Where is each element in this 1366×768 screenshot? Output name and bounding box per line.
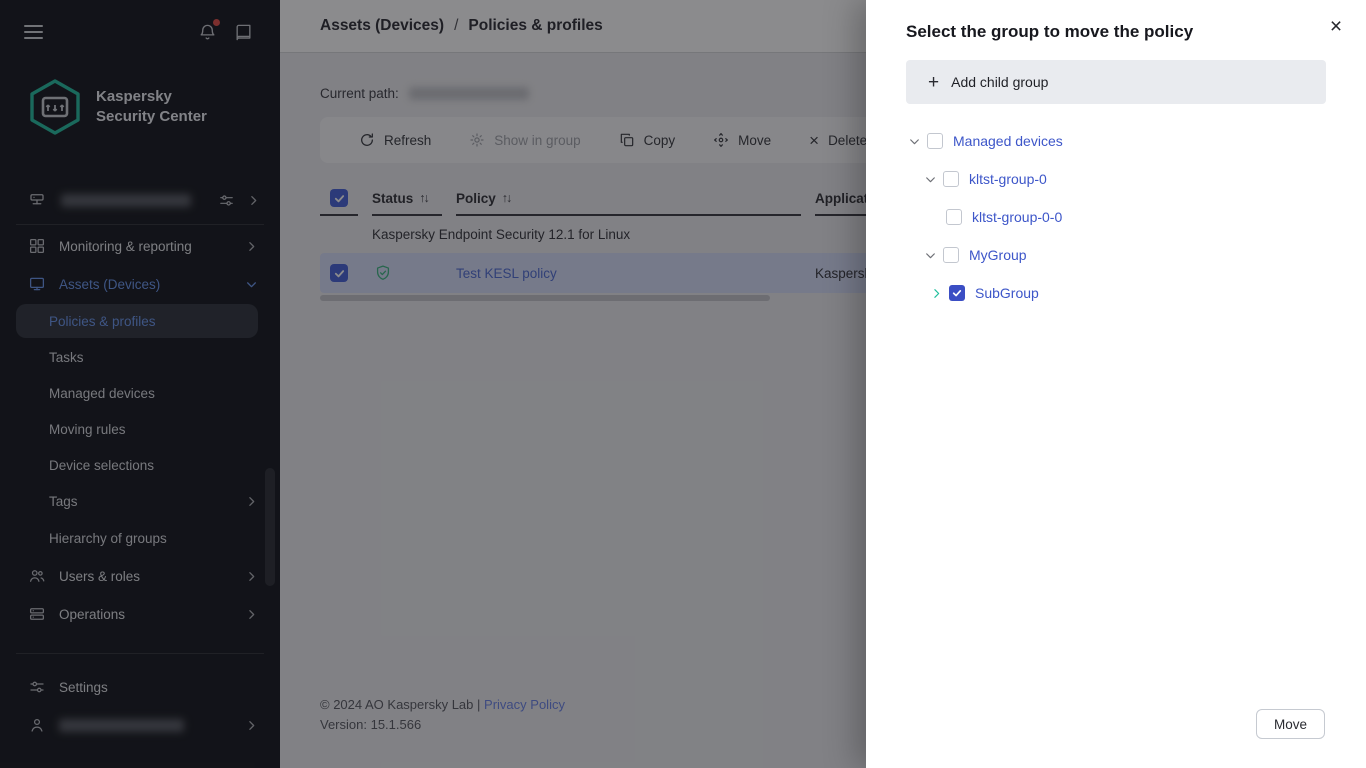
tree-item-managed-devices: Managed devices xyxy=(906,122,1326,160)
chevron-down-icon[interactable] xyxy=(922,249,938,262)
tree-checkbox-checked[interactable] xyxy=(949,285,965,301)
chevron-down-icon[interactable] xyxy=(906,135,922,148)
tree-item-subgroup: SubGroup xyxy=(906,274,1326,312)
app-window: Kaspersky Security Center Monitoring & r… xyxy=(0,0,1366,768)
plus-icon: + xyxy=(928,73,939,92)
tree-checkbox[interactable] xyxy=(927,133,943,149)
chevron-right-icon[interactable] xyxy=(928,287,944,300)
chevron-down-icon[interactable] xyxy=(922,173,938,186)
tree-checkbox[interactable] xyxy=(943,171,959,187)
tree-item-kltst-group-0-0: kltst-group-0-0 xyxy=(906,198,1326,236)
modal-title: Select the group to move the policy xyxy=(906,22,1193,42)
add-child-group-button[interactable]: + Add child group xyxy=(906,60,1326,104)
group-tree: Managed devices kltst-group-0 kltst-grou… xyxy=(906,122,1326,312)
move-confirm-button[interactable]: Move xyxy=(1256,709,1325,739)
tree-checkbox[interactable] xyxy=(946,209,962,225)
tree-item-kltst-group-0: kltst-group-0 xyxy=(906,160,1326,198)
close-icon[interactable]: × xyxy=(1320,11,1352,43)
move-policy-modal: Select the group to move the policy × + … xyxy=(866,0,1366,768)
tree-item-mygroup: MyGroup xyxy=(906,236,1326,274)
tree-checkbox[interactable] xyxy=(943,247,959,263)
